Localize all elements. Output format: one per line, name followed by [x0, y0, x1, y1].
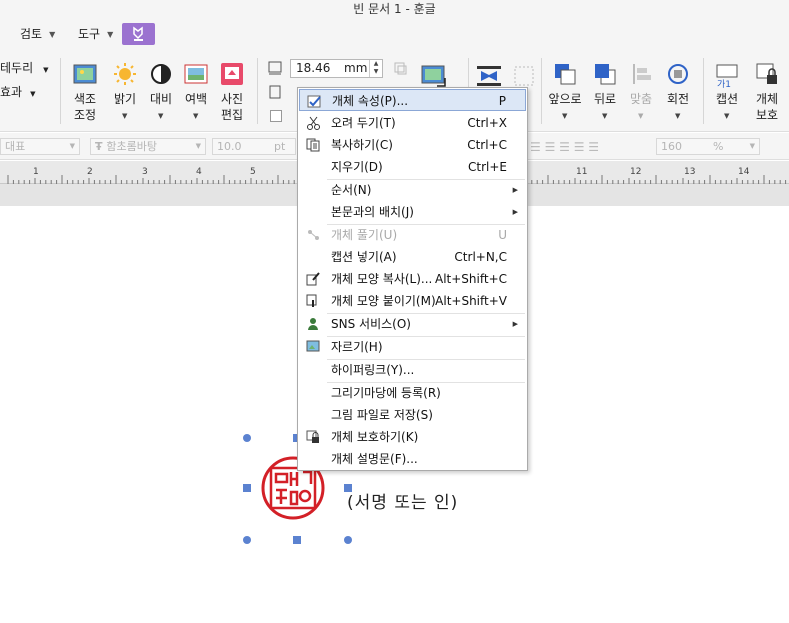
style-select[interactable]: 대표 ▼	[0, 138, 80, 155]
zoom-input[interactable]: 160% ▼	[656, 138, 760, 155]
ctx-insert-caption[interactable]: 캡션 넣기(A) Ctrl+N,C	[299, 246, 526, 268]
ctx-register-clipart[interactable]: 그리기마당에 등록(R)	[299, 382, 526, 404]
object-properties-icon	[307, 95, 321, 108]
effect-button[interactable]: 효과 ▼	[0, 84, 35, 102]
submenu-arrow-icon: ▶	[512, 186, 518, 194]
size-input[interactable]: 18.46 mm ▲ ▼	[290, 59, 383, 78]
send-backward-button[interactable]: 뒤로 ▼	[590, 60, 620, 130]
picture-size-icon[interactable]	[421, 64, 451, 88]
selection-handle[interactable]	[293, 536, 301, 544]
paste-format-icon	[306, 294, 317, 307]
size-stepper[interactable]: ▲ ▼	[369, 60, 382, 77]
bring-forward-button[interactable]: 앞으로 ▼	[548, 60, 582, 130]
rotate-icon	[668, 64, 688, 84]
ratio-checkbox[interactable]	[270, 110, 282, 122]
ctx-ungroup[interactable]: 개체 풀기(U) U	[299, 224, 526, 246]
context-menu: 개체 속성(P)... P 오려 두기(T) Ctrl+X 복사하기(C) Ct…	[297, 87, 528, 471]
contrast-icon	[151, 64, 171, 84]
ctx-paste-format[interactable]: 개체 모양 붙이기(M) Alt+Shift+V	[299, 290, 526, 312]
selection-handle[interactable]	[243, 536, 251, 544]
ctx-text-wrap[interactable]: 본문과의 배치(J) ▶	[299, 201, 526, 223]
margin-button[interactable]: 여백 ▼	[181, 60, 211, 130]
caption-button[interactable]: 가1 캡션 ▼	[712, 60, 742, 130]
sns-icon	[308, 318, 318, 330]
color-adjust-button[interactable]: 색조 조정	[68, 60, 102, 130]
menu-bar: 검토 ▼ 도구 ▼	[0, 20, 789, 48]
ctx-protect-object[interactable]: 개체 보호하기(K)	[299, 426, 526, 448]
color-adjust-icon	[73, 64, 97, 84]
margin-icon	[184, 64, 208, 84]
ribbon-separator	[257, 58, 258, 124]
align-buttons[interactable]: ☰ ☰ ☰ ☰ ☰	[530, 140, 599, 154]
copy-icon	[306, 138, 320, 152]
lock-icon	[306, 430, 319, 443]
selection-handle[interactable]	[243, 434, 251, 442]
ctx-object-properties[interactable]: 개체 속성(P)... P	[299, 89, 526, 111]
ctx-order[interactable]: 순서(N) ▶	[299, 179, 526, 201]
ctx-cut[interactable]: 오려 두기(T) Ctrl+X	[299, 112, 526, 134]
align-button[interactable]: 맞춤 ▼	[626, 60, 656, 130]
ctx-object-description[interactable]: 개체 설명문(F)...	[299, 448, 526, 470]
protect-lock-icon	[756, 63, 777, 84]
ctx-sns[interactable]: SNS 서비스(O) ▶	[299, 313, 526, 335]
submenu-arrow-icon: ▶	[512, 320, 518, 328]
selection-handle[interactable]	[344, 536, 352, 544]
copy-format-icon	[306, 272, 320, 286]
font-size-input[interactable]: 10.0 pt	[212, 138, 296, 155]
send-backward-icon	[595, 64, 616, 85]
photo-edit-icon	[221, 63, 243, 85]
brightness-icon	[114, 63, 136, 85]
menu-review[interactable]: 검토 ▼	[20, 24, 55, 44]
wrap-icon[interactable]	[476, 64, 502, 88]
selection-handle[interactable]	[243, 484, 251, 492]
ctx-delete[interactable]: 지우기(D) Ctrl+E	[299, 156, 526, 178]
submenu-arrow-icon: ▶	[512, 208, 518, 216]
width-icon	[268, 61, 282, 75]
align-icon	[633, 64, 651, 84]
ctx-crop[interactable]: 자르기(H)	[299, 336, 526, 358]
menu-tools[interactable]: 도구 ▼	[78, 24, 113, 44]
photo-edit-button[interactable]: 사진 편집	[217, 60, 247, 130]
contrast-button[interactable]: 대비 ▼	[146, 60, 176, 130]
ungroup-icon	[308, 230, 319, 240]
protect-object-button[interactable]: 개체 보호	[751, 60, 783, 130]
title-bar: 빈 문서 1 - 훈글	[0, 0, 789, 20]
border-button[interactable]: 테두리 ▼	[0, 60, 49, 78]
window-title: 빈 문서 1 - 훈글	[353, 2, 436, 16]
scissors-icon	[307, 116, 320, 130]
picture-tab-icon	[133, 26, 143, 41]
group-icon[interactable]	[512, 64, 538, 88]
crop-icon	[306, 340, 320, 352]
lock-ratio-icon[interactable]	[393, 61, 407, 75]
ribbon-separator	[60, 58, 61, 124]
purple-tab-button[interactable]	[122, 23, 155, 45]
ctx-save-as-image[interactable]: 그림 파일로 저장(S)	[299, 404, 526, 426]
font-select[interactable]: Ŧ 함초롬바탕 ▼	[90, 138, 206, 155]
ribbon-separator	[703, 58, 704, 124]
ctx-copy-format[interactable]: 개체 모양 복사(L)... Alt+Shift+C	[299, 268, 526, 290]
seal-caption: (서명 또는 인)	[347, 493, 459, 513]
rotate-button[interactable]: 회전 ▼	[663, 60, 693, 130]
ctx-hyperlink[interactable]: 하이퍼링크(Y)...	[299, 359, 526, 381]
ctx-copy[interactable]: 복사하기(C) Ctrl+C	[299, 134, 526, 156]
brightness-button[interactable]: 밝기 ▼	[110, 60, 140, 130]
height-icon	[269, 85, 281, 99]
bring-forward-icon	[555, 64, 576, 85]
ribbon-separator	[541, 58, 542, 124]
